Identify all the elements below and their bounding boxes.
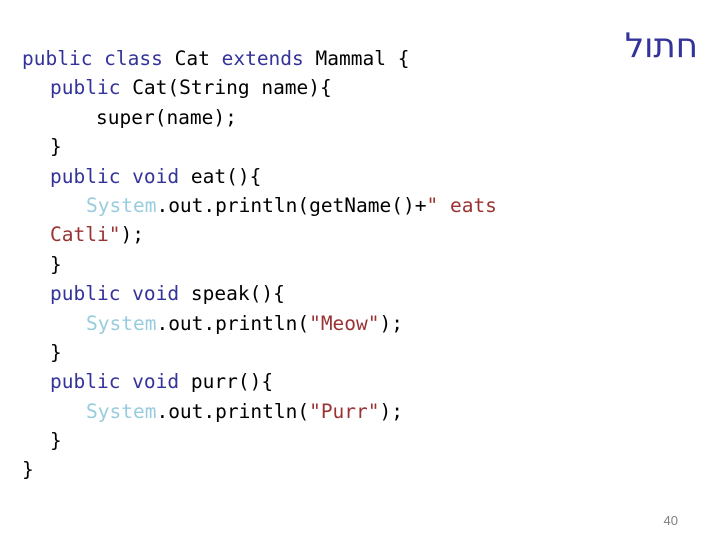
code-token-plain: } — [50, 429, 62, 453]
code-token-type_ref: System — [86, 311, 157, 335]
code-line: public void speak(){ — [0, 279, 640, 308]
code-line: super(name); — [0, 103, 640, 132]
code-token-plain: .out.println( — [156, 311, 310, 335]
code-token-keyword: public void — [50, 164, 191, 188]
code-token-keyword: public class — [22, 47, 175, 70]
code-block: public class Cat extends Mammal {public … — [0, 44, 640, 485]
code-token-keyword: extends — [221, 47, 316, 70]
code-token-plain: purr(){ — [190, 370, 274, 394]
code-line: } — [0, 250, 640, 279]
code-token-plain: ); — [120, 223, 144, 247]
code-line: public void purr(){ — [0, 367, 640, 396]
code-line: Catli"); — [0, 220, 640, 249]
code-token-plain: .out.println( — [156, 399, 310, 423]
code-token-plain: super(name) — [96, 105, 226, 129]
code-token-plain: } — [22, 458, 34, 482]
code-line: System.out.println("Purr"); — [0, 397, 640, 426]
code-token-plain: ); — [379, 399, 404, 423]
page-number: 40 — [663, 513, 678, 528]
code-line: public class Cat extends Mammal { — [0, 44, 640, 73]
code-token-keyword: public void — [50, 282, 191, 306]
code-token-type_ref: System — [86, 193, 157, 217]
slide-canvas: חתול public class Cat extends Mammal {pu… — [0, 0, 720, 540]
code-token-string: "Purr" — [309, 399, 380, 423]
code-token-plain: Cat(String name){ — [132, 76, 332, 100]
code-token-plain: Mammal { — [315, 47, 410, 70]
code-token-plain: speak(){ — [190, 282, 285, 306]
code-line: } — [0, 426, 640, 455]
code-line: public void eat(){ — [0, 162, 640, 191]
code-token-string: Catli" — [50, 223, 121, 247]
code-token-string: "Meow" — [309, 311, 380, 335]
code-line: System.out.println("Meow"); — [0, 309, 640, 338]
code-token-string: " eats — [426, 193, 509, 217]
code-line: } — [0, 132, 640, 161]
code-token-plain: } — [50, 252, 62, 276]
code-token-keyword: public — [50, 76, 133, 100]
code-token-type_ref: System — [86, 399, 157, 423]
code-token-plain: eat(){ — [190, 164, 262, 188]
code-line: public Cat(String name){ — [0, 73, 640, 102]
code-token-plain: .out.println(getName()+ — [156, 193, 427, 217]
code-token-keyword: public void — [50, 370, 191, 394]
code-token-plain: } — [50, 340, 62, 364]
code-token-plain: Cat — [174, 47, 222, 70]
code-line: } — [0, 338, 640, 367]
code-token-plain: ); — [379, 311, 404, 335]
code-token-punct: ; — [225, 105, 237, 129]
code-line: System.out.println(getName()+" eats — [0, 191, 640, 220]
code-line: } — [0, 455, 640, 484]
code-token-plain: } — [50, 135, 62, 159]
